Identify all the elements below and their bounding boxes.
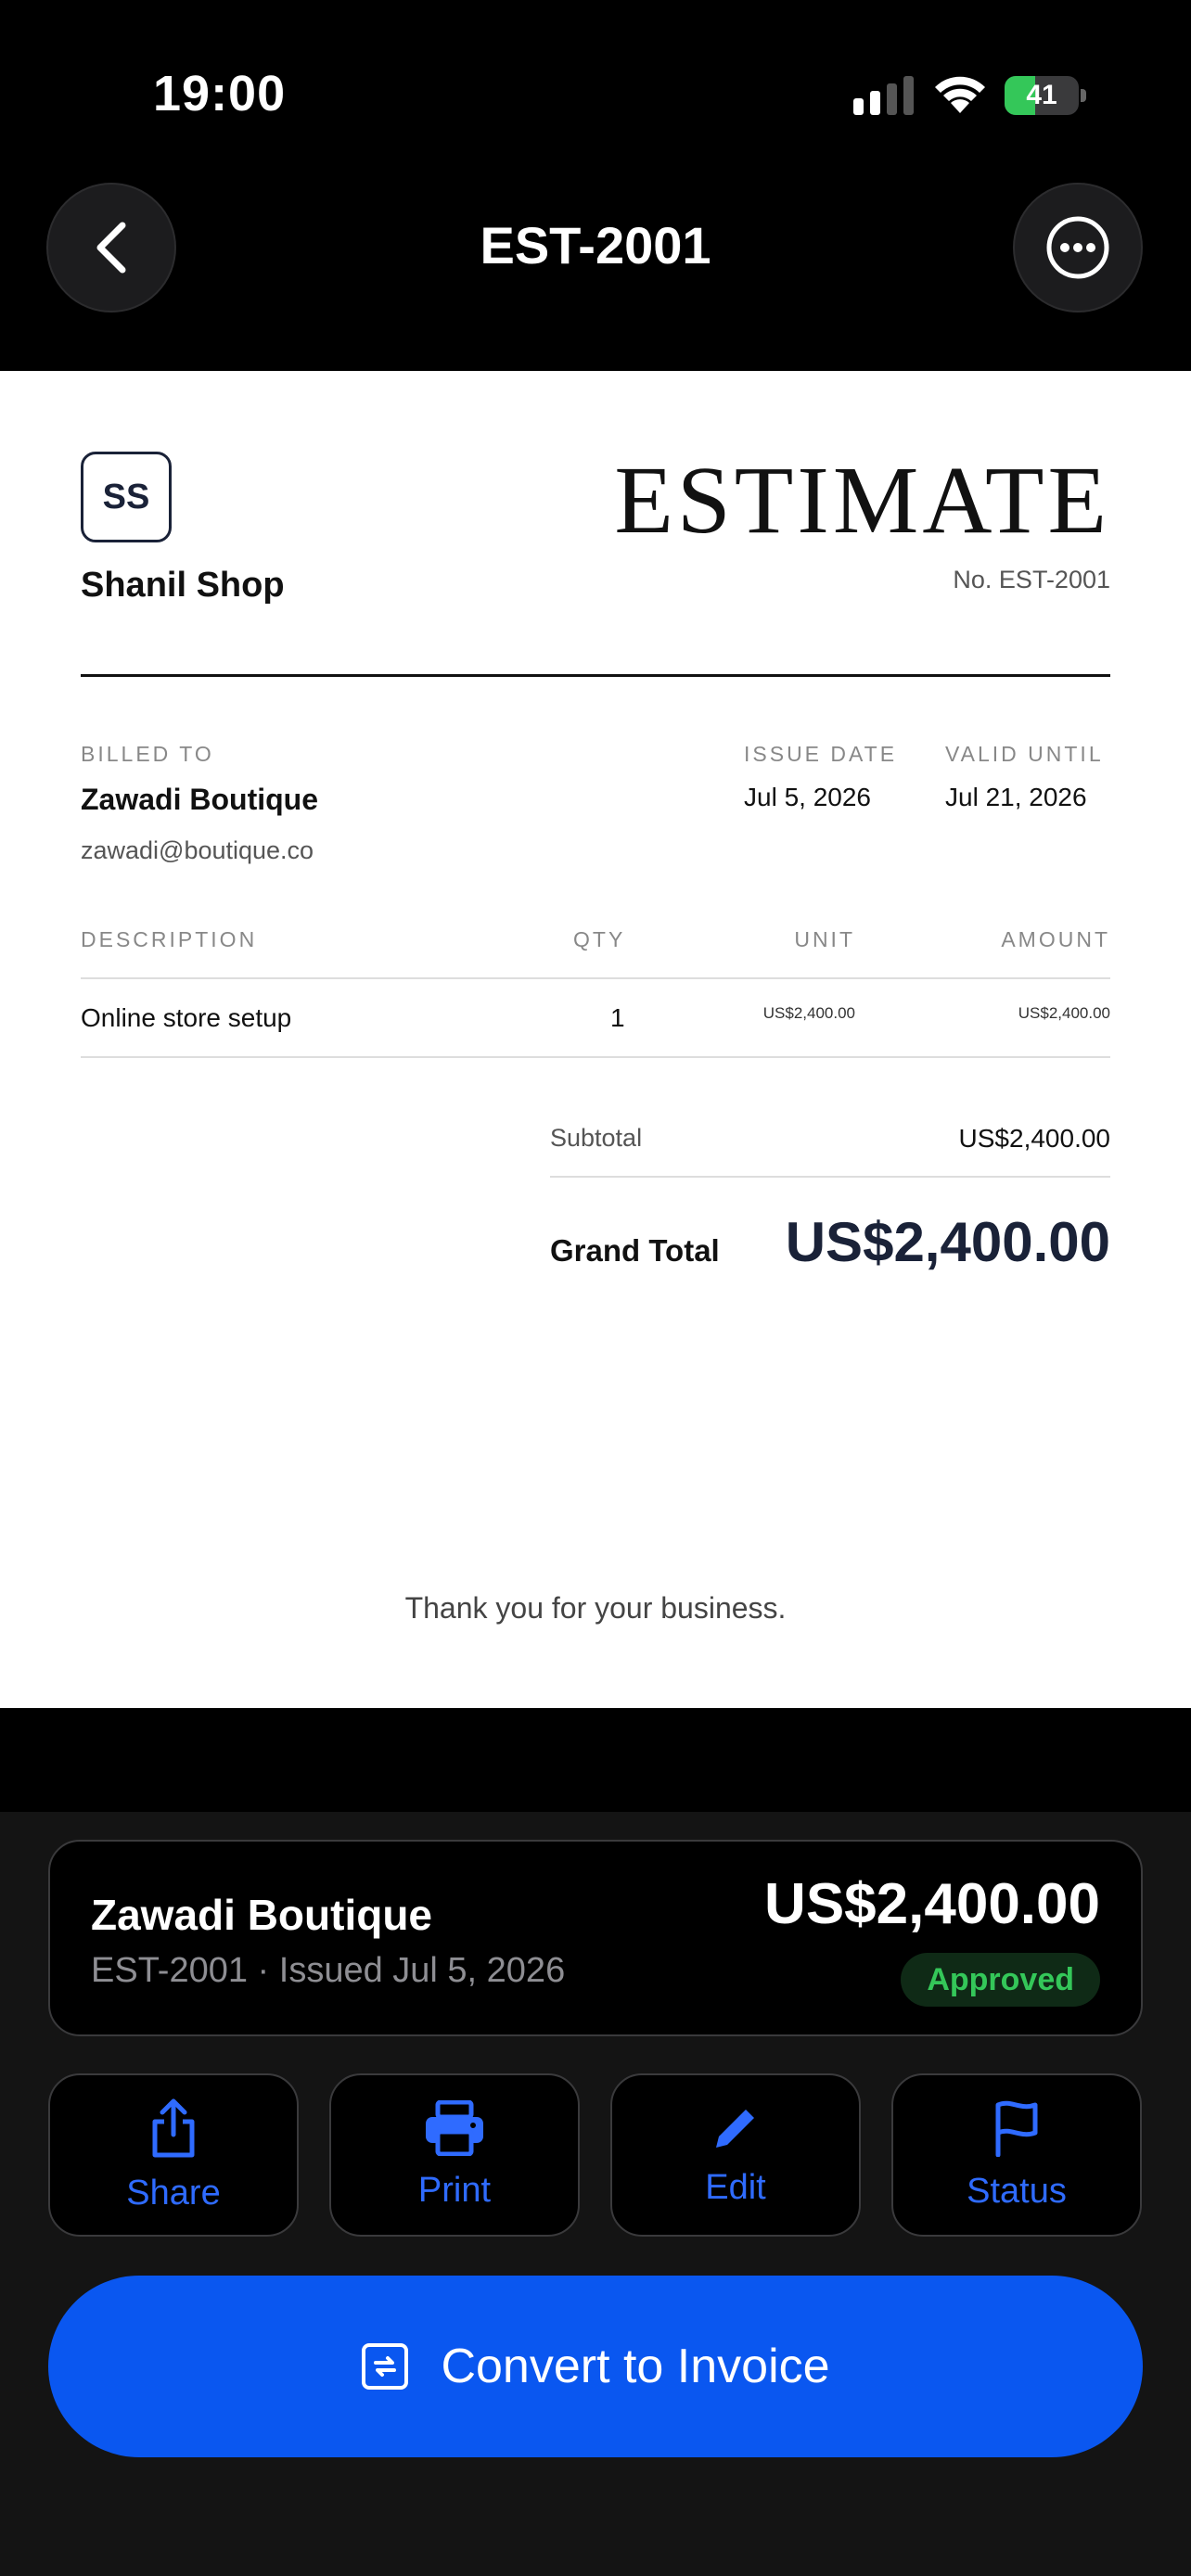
client-name: Zawadi Boutique [81, 783, 318, 816]
column-header-amount: AMOUNT [1001, 927, 1110, 951]
summary-amount: US$2,400.00 [764, 1872, 1100, 1936]
column-header-unit: UNIT [794, 927, 855, 951]
item-qty: 1 [610, 1003, 625, 1032]
subtotal-label: Subtotal [550, 1124, 643, 1152]
convert-icon [362, 2343, 409, 2390]
more-options-button[interactable] [1013, 183, 1143, 312]
status-time: 19:00 [153, 66, 287, 121]
summary-client-name: Zawadi Boutique [91, 1891, 432, 1939]
share-button[interactable]: Share [48, 2073, 299, 2237]
issue-date-value: Jul 5, 2026 [744, 783, 871, 811]
item-description: Online store setup [81, 1003, 292, 1032]
table-divider [81, 1056, 1110, 1058]
grand-total-value: US$2,400.00 [785, 1211, 1110, 1273]
status-badge: Approved [901, 1953, 1100, 2007]
share-icon [152, 2098, 195, 2157]
edit-label: Edit [705, 2167, 766, 2207]
battery-percent: 41 [1026, 80, 1057, 110]
subtotal-value: US$2,400.00 [958, 1124, 1110, 1153]
item-amount: US$2,400.00 [1018, 1004, 1110, 1022]
shop-name: Shanil Shop [81, 566, 285, 605]
client-email: zawadi@boutique.co [81, 836, 314, 864]
footer-note: Thank you for your business. [404, 1591, 787, 1625]
print-button[interactable]: Print [329, 2073, 580, 2237]
printer-icon [426, 2099, 483, 2156]
edit-button[interactable]: Edit [610, 2073, 861, 2237]
convert-to-invoice-button[interactable]: Convert to Invoice [48, 2276, 1143, 2457]
convert-to-invoice-label: Convert to Invoice [441, 2340, 830, 2393]
battery-icon: 41 [1005, 76, 1086, 115]
table-divider [81, 977, 1110, 979]
status-label: Status [967, 2171, 1067, 2211]
flag-icon [995, 2100, 1038, 2157]
summary-meta: EST-2001 · Issued Jul 5, 2026 [91, 1951, 566, 1990]
pencil-icon [716, 2109, 754, 2148]
shop-logo: SS [81, 452, 172, 542]
print-label: Print [417, 2170, 492, 2210]
header-divider [81, 674, 1110, 677]
issue-date-label: ISSUE DATE [744, 742, 898, 766]
item-unit-price: US$2,400.00 [762, 1004, 855, 1022]
grand-total-label: Grand Total [550, 1233, 720, 1268]
wifi-icon [935, 76, 985, 113]
ellipsis-circle-icon [1046, 216, 1109, 279]
column-header-qty: QTY [573, 927, 626, 951]
column-header-description: DESCRIPTION [81, 927, 258, 951]
cellular-signal-icon [853, 76, 914, 115]
estimate-document: SS Shanil Shop ESTIMATE No. EST-2001 BIL… [0, 371, 1191, 1708]
subtotal-divider [550, 1176, 1110, 1178]
valid-until-label: VALID UNTIL [945, 742, 1104, 766]
estimate-summary-card: Zawadi Boutique EST-2001 · Issued Jul 5,… [48, 1840, 1143, 2036]
billed-to-label: BILLED TO [81, 742, 214, 766]
action-panel: Zawadi Boutique EST-2001 · Issued Jul 5,… [0, 1812, 1191, 2576]
document-number: No. EST-2001 [953, 566, 1110, 593]
share-label: Share [126, 2173, 221, 2213]
valid-until-value: Jul 21, 2026 [945, 783, 1087, 811]
status-bar: 19:00 41 [0, 0, 1191, 185]
document-title: ESTIMATE [614, 447, 1110, 554]
status-button[interactable]: Status [891, 2073, 1142, 2237]
